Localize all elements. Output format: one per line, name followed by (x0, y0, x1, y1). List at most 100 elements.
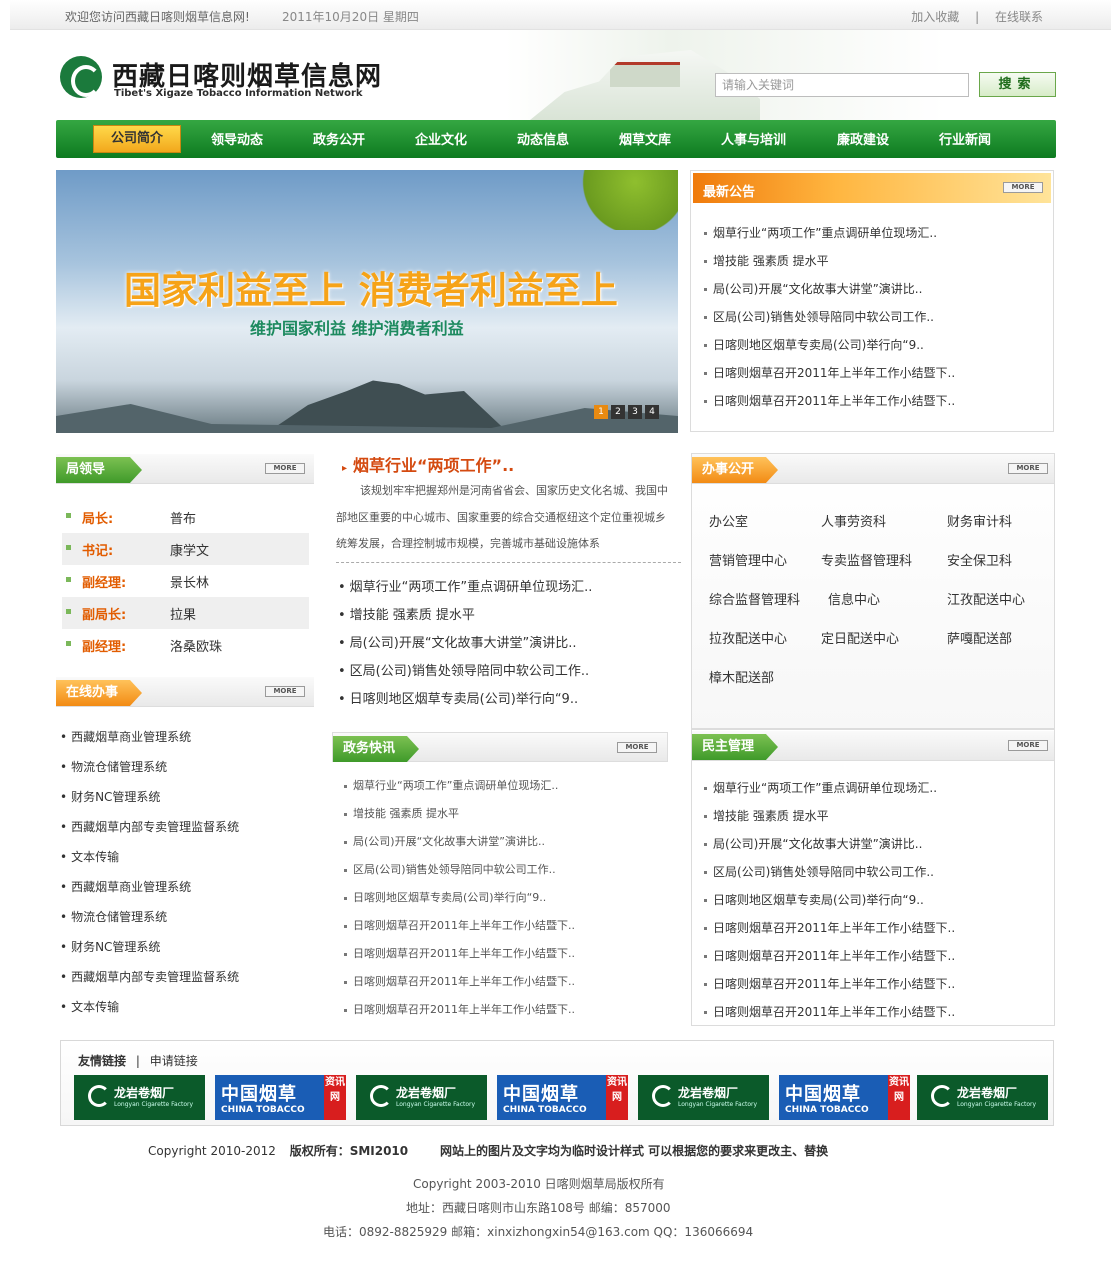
hero-banner[interactable]: 国家利益至上 消费者利益至上 维护国家利益 维护消费者利益 1234 (56, 170, 678, 433)
office-link[interactable]: 人事劳资科 (821, 511, 886, 530)
nav-item-tobacco-library[interactable]: 烟草文库 (619, 129, 671, 148)
leader-name[interactable]: 普布 (170, 508, 196, 527)
list-item[interactable]: 日喀则烟草召开2011年上半年工作小结暨下.. (704, 364, 955, 381)
list-item[interactable]: • 文本传输 (60, 848, 119, 865)
list-item[interactable]: 区局(公司)销售处领导陪同中软公司工作.. (704, 863, 934, 880)
list-item[interactable]: 日喀则烟草召开2011年上半年工作小结暨下.. (344, 973, 575, 989)
office-link[interactable]: 江孜配送中心 (947, 589, 1025, 608)
office-link[interactable]: 拉孜配送中心 (709, 628, 787, 647)
list-item[interactable]: 增技能 强素质 提水平 (704, 807, 829, 824)
notice-more-button[interactable]: MORE (1003, 182, 1043, 193)
feature-divider (336, 562, 681, 563)
list-item[interactable]: 日喀则地区烟草专卖局(公司)举行向“9.. (704, 336, 924, 353)
office-link[interactable]: 综合监督管理科 (709, 589, 800, 608)
list-item[interactable]: • 增技能 强素质 提水平 (338, 604, 475, 623)
list-item[interactable]: • 局(公司)开展“文化故事大讲堂”演讲比.. (338, 632, 577, 651)
longyan-logo-link[interactable]: 龙岩卷烟厂 Longyan Cigarette Factory (638, 1075, 769, 1120)
list-item[interactable]: 烟草行业“两项工作”重点调研单位现场汇.. (344, 777, 558, 793)
nav-item-government-affairs[interactable]: 政务公开 (313, 129, 365, 148)
office-header: 办事公开 MORE (692, 454, 1054, 484)
list-item[interactable]: • 财务NC管理系统 (60, 788, 160, 805)
longyan-logo-link[interactable]: 龙岩卷烟厂 Longyan Cigarette Factory (356, 1075, 487, 1120)
list-item[interactable]: 日喀则地区烟草专卖局(公司)举行向“9.. (344, 889, 546, 905)
list-item[interactable]: • 西藏烟草内部专卖管理监督系统 (60, 818, 239, 835)
list-item[interactable]: • 西藏烟草商业管理系统 (60, 728, 191, 745)
list-item[interactable]: • 物流仓储管理系统 (60, 908, 167, 925)
logo-icon[interactable] (60, 56, 102, 98)
list-item[interactable]: • 财务NC管理系统 (60, 938, 160, 955)
nav-item-company-profile[interactable]: 公司简介 (93, 125, 181, 153)
list-item[interactable]: • 西藏烟草商业管理系统 (60, 878, 191, 895)
leader-name[interactable]: 拉果 (170, 604, 196, 623)
nav-item-hr-training[interactable]: 人事与培训 (721, 129, 786, 148)
gov-news-more-button[interactable]: MORE (617, 742, 657, 753)
leader-name[interactable]: 康学文 (170, 540, 209, 559)
list-item[interactable]: • 烟草行业“两项工作”重点调研单位现场汇.. (338, 576, 592, 595)
apply-link[interactable]: 申请链接 (150, 1054, 198, 1068)
friend-links-separator: | (135, 1054, 140, 1068)
footer-rights: 版权所有：SMI2010 (289, 1144, 409, 1158)
china-tobacco-logo-link[interactable]: 中国烟草 CHINA TOBACCO 资讯网 (779, 1075, 910, 1120)
office-link[interactable]: 安全保卫科 (947, 550, 1012, 569)
democracy-item-text: 日喀则地区烟草专卖局(公司)举行向“9.. (713, 893, 924, 907)
list-item[interactable]: 日喀则烟草召开2011年上半年工作小结暨下.. (704, 975, 955, 992)
office-link[interactable]: 樟木配送部 (709, 667, 774, 686)
list-item[interactable]: 增技能 强素质 提水平 (704, 252, 829, 269)
banner-page-1[interactable]: 1 (594, 405, 608, 419)
nav-item-corporate-culture[interactable]: 企业文化 (415, 129, 467, 148)
list-item[interactable]: 日喀则地区烟草专卖局(公司)举行向“9.. (704, 891, 924, 908)
office-link[interactable]: 定日配送中心 (821, 628, 899, 647)
office-link[interactable]: 萨嘎配送部 (947, 628, 1012, 647)
search-input[interactable]: 请输入关键词 (715, 73, 969, 97)
list-item[interactable]: 局(公司)开展“文化故事大讲堂”演讲比.. (704, 835, 922, 852)
online-service-more-button[interactable]: MORE (265, 686, 305, 697)
longyan-logo-link[interactable]: 龙岩卷烟厂 Longyan Cigarette Factory (74, 1075, 205, 1120)
china-tobacco-logo-link[interactable]: 中国烟草 CHINA TOBACCO 资讯网 (215, 1075, 346, 1120)
leaders-more-button[interactable]: MORE (265, 463, 305, 474)
banner-page-3[interactable]: 3 (628, 405, 642, 419)
list-item[interactable]: 增技能 强素质 提水平 (344, 805, 459, 821)
online-item-text: 西藏烟草内部专卖管理监督系统 (71, 970, 240, 984)
bullet-icon (704, 983, 707, 986)
list-item[interactable]: 日喀则烟草召开2011年上半年工作小结暨下.. (344, 917, 575, 933)
list-item[interactable]: 日喀则烟草召开2011年上半年工作小结暨下.. (344, 945, 575, 961)
list-item[interactable]: • 西藏烟草内部专卖管理监督系统 (60, 968, 239, 985)
banner-page-2[interactable]: 2 (611, 405, 625, 419)
list-item[interactable]: • 日喀则地区烟草专卖局(公司)举行向“9.. (338, 688, 578, 707)
leader-name[interactable]: 景长林 (170, 572, 209, 591)
list-item[interactable]: 区局(公司)销售处领导陪同中软公司工作.. (704, 308, 934, 325)
leader-name[interactable]: 洛桑欧珠 (170, 636, 222, 655)
search-button[interactable]: 搜索 (979, 72, 1056, 97)
list-item[interactable]: 烟草行业“两项工作”重点调研单位现场汇.. (704, 224, 937, 241)
list-item[interactable]: 日喀则烟草召开2011年上半年工作小结暨下.. (704, 919, 955, 936)
nav-item-integrity[interactable]: 廉政建设 (837, 129, 889, 148)
bullet-icon (704, 899, 707, 902)
office-link[interactable]: 专卖监督管理科 (821, 550, 912, 569)
online-contact-link[interactable]: 在线联系 (995, 10, 1043, 24)
list-item[interactable]: • 文本传输 (60, 998, 119, 1015)
list-item[interactable]: 日喀则烟草召开2011年上半年工作小结暨下.. (704, 1003, 955, 1020)
office-more-button[interactable]: MORE (1008, 463, 1048, 474)
nav-item-industry-news[interactable]: 行业新闻 (939, 129, 991, 148)
nav-item-dynamic-info[interactable]: 动态信息 (517, 129, 569, 148)
office-link[interactable]: 信息中心 (828, 589, 880, 608)
list-item[interactable]: • 区局(公司)销售处领导陪同中软公司工作.. (338, 660, 589, 679)
office-link[interactable]: 营销管理中心 (709, 550, 787, 569)
office-link[interactable]: 财务审计科 (947, 511, 1012, 530)
office-link[interactable]: 办公室 (709, 511, 748, 530)
list-item[interactable]: 日喀则烟草召开2011年上半年工作小结暨下.. (344, 1001, 575, 1017)
nav-item-leadership[interactable]: 领导动态 (211, 129, 263, 148)
list-item[interactable]: 局(公司)开展“文化故事大讲堂”演讲比.. (344, 833, 545, 849)
list-item[interactable]: 区局(公司)销售处领导陪同中软公司工作.. (344, 861, 556, 877)
feature-headline[interactable]: ▸ 烟草行业“两项工作”.. (342, 452, 514, 476)
list-item[interactable]: • 物流仓储管理系统 (60, 758, 167, 775)
longyan-logo-link[interactable]: 龙岩卷烟厂 Longyan Cigarette Factory (917, 1075, 1048, 1120)
add-favorite-link[interactable]: 加入收藏 (911, 10, 959, 24)
list-item[interactable]: 烟草行业“两项工作”重点调研单位现场汇.. (704, 779, 937, 796)
list-item[interactable]: 日喀则烟草召开2011年上半年工作小结暨下.. (704, 947, 955, 964)
list-item[interactable]: 局(公司)开展“文化故事大讲堂”演讲比.. (704, 280, 922, 297)
china-tobacco-logo-link[interactable]: 中国烟草 CHINA TOBACCO 资讯网 (497, 1075, 628, 1120)
list-item[interactable]: 日喀则烟草召开2011年上半年工作小结暨下.. (704, 392, 955, 409)
banner-page-4[interactable]: 4 (645, 405, 659, 419)
democracy-more-button[interactable]: MORE (1008, 740, 1048, 751)
